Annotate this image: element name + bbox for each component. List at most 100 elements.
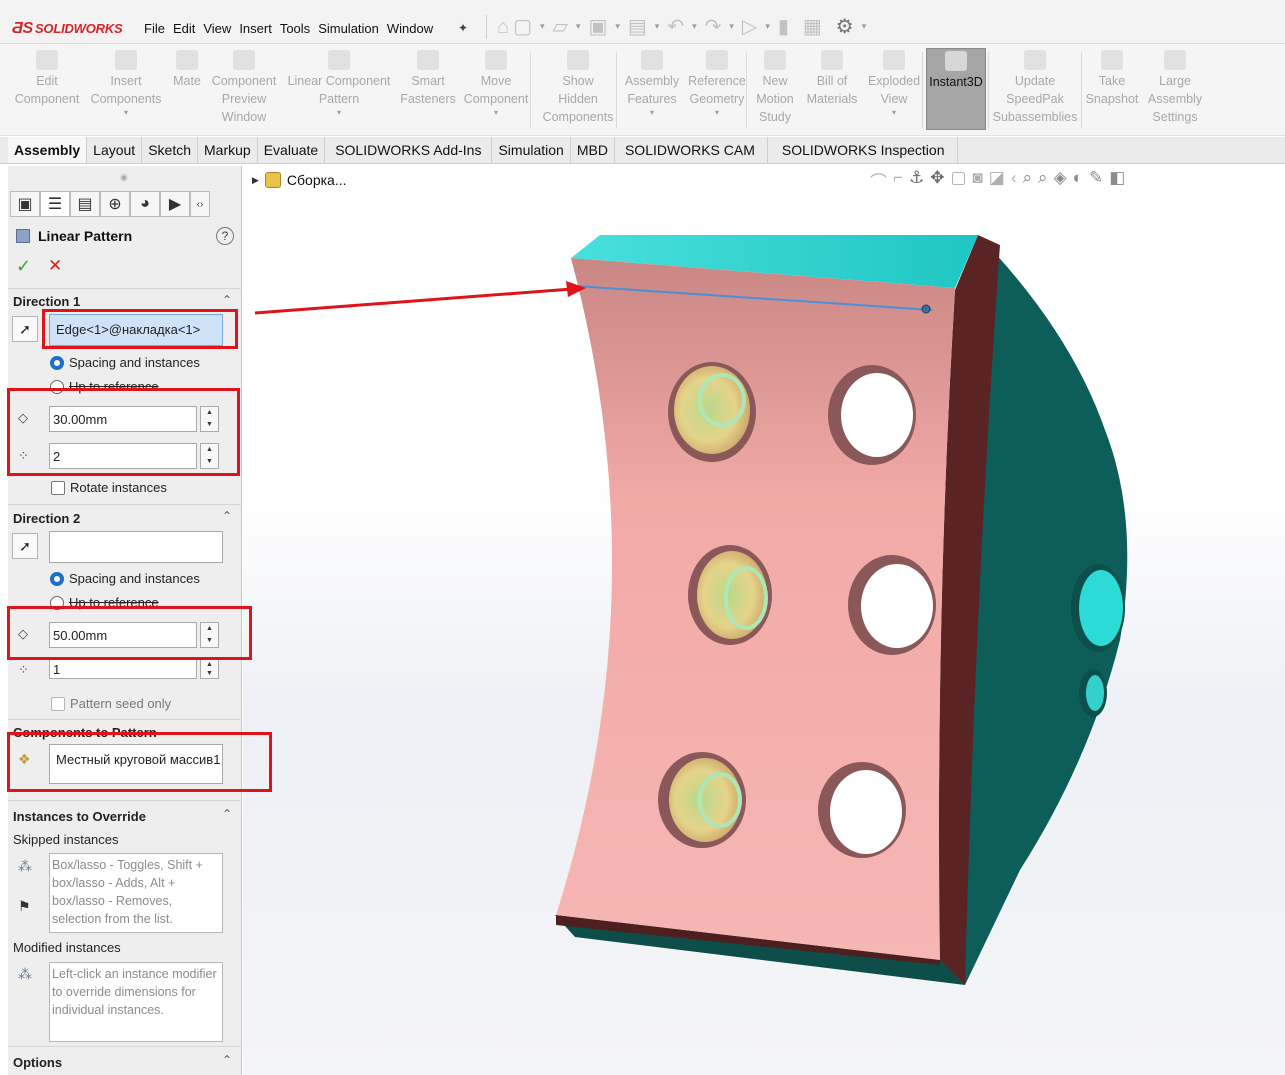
chevron-down-icon[interactable]: ▾ <box>85 108 167 118</box>
tab-addins[interactable]: SOLIDWORKS Add-Ins <box>325 137 493 163</box>
tab-evaluate[interactable]: Evaluate <box>258 137 326 163</box>
cmd-bill-of-materials[interactable]: Bill of Materials <box>802 50 862 108</box>
override-heading[interactable]: Instances to Override <box>13 809 146 824</box>
chevron-down-icon[interactable]: ▾ <box>576 21 581 32</box>
graphics-area[interactable] <box>243 165 1285 1075</box>
file-properties-icon[interactable]: ▦ <box>803 16 822 38</box>
modified-instances-list[interactable]: Left-click an instance modifier to overr… <box>49 962 223 1042</box>
tab-cam[interactable]: SOLIDWORKS CAM <box>615 137 768 163</box>
help-icon[interactable]: ? <box>216 227 234 245</box>
save-icon[interactable]: ▣ <box>588 16 607 38</box>
chevron-down-icon[interactable]: ▾ <box>283 108 395 118</box>
more-tabs-icon[interactable]: ‹› <box>190 191 210 217</box>
menu-tools[interactable]: Tools <box>279 21 311 36</box>
cam-tab-icon[interactable]: ▶ <box>160 191 190 217</box>
hide-show-icon[interactable]: ◐ <box>1073 168 1083 193</box>
tab-inspection[interactable]: SOLIDWORKS Inspection <box>768 137 958 163</box>
options-heading[interactable]: Options <box>13 1055 62 1070</box>
new-document-icon[interactable]: ▢ <box>513 16 532 38</box>
display-manager-tab-icon[interactable]: ◕ <box>130 191 160 217</box>
edit-appearance-icon[interactable]: ✎ <box>1089 168 1103 193</box>
dimxpert-tab-icon[interactable]: ⊕ <box>100 191 130 217</box>
cmd-show-hidden-components[interactable]: Show Hidden Components <box>538 50 618 126</box>
pin-icon[interactable]: ✦ <box>458 21 468 35</box>
display-style-icon[interactable]: ◈ <box>1054 168 1067 193</box>
undo-icon[interactable]: ↶ <box>667 16 684 38</box>
zoom-to-fit-icon[interactable]: ⌕ <box>1023 168 1033 193</box>
chevron-down-icon[interactable]: ▾ <box>862 21 867 32</box>
menu-view[interactable]: View <box>202 21 232 36</box>
cmd-reference-geometry[interactable]: Reference Geometry ▾ <box>684 50 750 118</box>
print-icon[interactable]: ▤ <box>628 16 647 38</box>
home-icon[interactable]: ⌂ <box>497 16 509 38</box>
collapse-icon[interactable]: ⌃ <box>222 293 232 307</box>
expand-arrow-icon[interactable]: ▶ <box>252 175 259 186</box>
cmd-insert-components[interactable]: Insert Components ▾ <box>85 50 167 118</box>
direction2-heading[interactable]: Direction 2 <box>13 511 80 526</box>
rotate-view-icon[interactable]: ⌐ <box>893 168 903 193</box>
previous-arrow-icon[interactable]: ‹ <box>1011 168 1017 193</box>
cmd-move-component[interactable]: Move Component ▾ <box>458 50 534 118</box>
chevron-down-icon[interactable]: ▾ <box>864 108 924 118</box>
cmd-smart-fasteners[interactable]: Smart Fasteners <box>400 50 456 108</box>
cmd-exploded-view[interactable]: Exploded View ▾ <box>864 50 924 118</box>
configuration-manager-tab-icon[interactable]: ▤ <box>70 191 100 217</box>
chevron-down-icon[interactable]: ▾ <box>765 21 770 32</box>
chevron-down-icon[interactable]: ▾ <box>692 21 697 32</box>
instances-stepper[interactable]: ▲ ▼ <box>200 659 219 679</box>
collapse-icon[interactable]: ⌃ <box>222 807 232 821</box>
chevron-down-icon[interactable]: ▾ <box>684 108 750 118</box>
cmd-update-speedpak-subassemblies[interactable]: Update SpeedPak Subassemblies <box>990 50 1080 126</box>
redo-icon[interactable]: ↷ <box>705 16 722 38</box>
menu-window[interactable]: Window <box>386 21 434 36</box>
menu-simulation[interactable]: Simulation <box>317 21 380 36</box>
anchor-icon[interactable]: ⚓ <box>909 168 924 193</box>
direction1-spacing-radio[interactable]: Spacing and instances <box>50 355 200 370</box>
direction-arrow-icon[interactable]: ➚ <box>12 316 38 342</box>
chevron-down-icon[interactable]: ▾ <box>729 21 734 32</box>
direction-arrow-icon[interactable]: ➚ <box>12 533 38 559</box>
cmd-mate[interactable]: Mate <box>168 50 206 90</box>
view-settings-icon[interactable]: ◙ <box>973 168 983 193</box>
rebuild-icon[interactable]: ▮ <box>778 16 789 38</box>
flag-icon[interactable]: ⚑ <box>18 898 31 915</box>
chevron-down-icon[interactable]: ▾ <box>615 21 620 32</box>
chevron-down-icon[interactable]: ▾ <box>458 108 534 118</box>
direction2-edge-field[interactable] <box>49 531 223 563</box>
cmd-take-snapshot[interactable]: Take Snapshot <box>1082 50 1142 108</box>
gear-icon[interactable]: ⚙ <box>836 14 854 39</box>
rotate-instances-checkbox[interactable]: Rotate instances <box>51 480 167 495</box>
zoom-area-icon[interactable]: ⌕ <box>1038 168 1048 193</box>
feature-manager-tab-icon[interactable]: ▣ <box>10 191 40 217</box>
tab-assembly[interactable]: Assembly <box>8 137 88 163</box>
previous-view-icon[interactable]: ⌒ <box>870 168 887 193</box>
chevron-down-icon[interactable]: ▾ <box>540 21 545 32</box>
tab-sketch[interactable]: Sketch <box>142 137 199 163</box>
chevron-down-icon[interactable]: ▾ <box>620 108 684 118</box>
property-manager-tab-icon[interactable]: ☰ <box>40 191 70 217</box>
cancel-button[interactable]: ✕ <box>48 256 62 276</box>
view-orientation-icon[interactable]: ◧ <box>1109 168 1125 193</box>
tab-simulation[interactable]: Simulation <box>492 137 571 163</box>
pan-icon[interactable]: ✥ <box>930 168 944 193</box>
direction2-spacing-radio[interactable]: Spacing and instances <box>50 571 200 586</box>
menu-edit[interactable]: Edit <box>172 21 196 36</box>
skipped-instances-list[interactable]: Box/lasso - Toggles, Shift + box/lasso -… <box>49 853 223 933</box>
collapse-icon[interactable]: ⌃ <box>222 509 232 523</box>
cmd-component-preview-window[interactable]: Component Preview Window <box>205 50 283 126</box>
model-view[interactable] <box>243 165 1285 1075</box>
chevron-down-icon[interactable]: ▾ <box>655 21 660 32</box>
pattern-seed-checkbox[interactable]: Pattern seed only <box>51 696 171 711</box>
panel-grip-icon[interactable]: ◉ <box>120 172 128 183</box>
cmd-large-assembly-settings[interactable]: Large Assembly Settings <box>1144 50 1206 126</box>
direction2-instances-input[interactable]: 1 <box>49 659 197 679</box>
ok-button[interactable]: ✓ <box>16 256 31 277</box>
direction1-heading[interactable]: Direction 1 <box>13 294 80 309</box>
tab-markup[interactable]: Markup <box>198 137 258 163</box>
select-pointer-icon[interactable]: ▷ <box>742 16 757 38</box>
open-folder-icon[interactable]: ▱ <box>553 16 568 38</box>
edge-handle[interactable] <box>921 304 931 314</box>
collapse-icon[interactable]: ⌃ <box>222 1053 232 1067</box>
solidworks-logo[interactable]: ƋS SOLIDWORKS <box>12 20 123 38</box>
tab-mbd[interactable]: MBD <box>571 137 615 163</box>
